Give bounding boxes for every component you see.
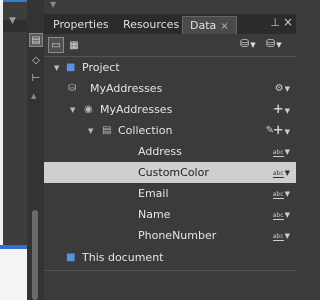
collapse-arrow-icon[interactable]: ▼	[54, 64, 59, 72]
pin-icon[interactable]: ⊥	[270, 16, 280, 29]
tree-row-this-document[interactable]: ■ This document	[44, 247, 296, 268]
field-label: Email	[138, 187, 169, 200]
tree-row-field-selected[interactable]: CustomColor abc▼	[44, 162, 296, 183]
tree-label: Project	[82, 61, 120, 74]
add-property-button[interactable]: +▼	[273, 123, 290, 138]
tree-label: This document	[82, 251, 164, 264]
add-property-button[interactable]: +▼	[273, 102, 290, 117]
list-mode-icon[interactable]: ▭	[48, 37, 64, 53]
data-panel: ▼ Properties Resources Data × ⊥ × ▭ ▦ ⛁▼ …	[44, 0, 296, 300]
side-toolbar: ▤ ◇ ⊢ ▲	[27, 0, 44, 300]
left-window-strip: ▼	[0, 0, 27, 300]
tree-row-field[interactable]: Address abc▼	[44, 141, 296, 162]
field-label: CustomColor	[138, 166, 209, 179]
field-type-icon[interactable]: abc▼	[272, 167, 290, 178]
tree-label: Collection	[118, 124, 173, 137]
tab-label: Data	[190, 19, 217, 32]
tree-row-object[interactable]: ▼ ◉ MyAddresses +▼	[44, 99, 296, 120]
field-type-icon[interactable]: abc▼	[272, 188, 290, 199]
panel-collapse-icon[interactable]: ▼	[50, 0, 56, 9]
tab-data[interactable]: Data ×	[182, 16, 237, 34]
scroll-up-icon[interactable]: ▲	[31, 92, 36, 100]
object-icon: ◉	[84, 104, 93, 115]
close-icon[interactable]: ×	[283, 15, 293, 29]
collapse-arrow-icon[interactable]: ▼	[70, 106, 75, 114]
tree-label: MyAddresses	[100, 103, 173, 116]
tree-row-data-source[interactable]: ⛁ MyAddresses ⚙▼	[44, 78, 296, 99]
field-type-icon[interactable]: abc▼	[272, 146, 290, 157]
artboard-area	[0, 249, 27, 300]
field-label: Address	[138, 145, 182, 158]
data-source-options-icon[interactable]: ⚙▼	[275, 83, 290, 94]
tab-properties[interactable]: Properties	[46, 16, 116, 34]
tree-row-project[interactable]: ▼ ■ Project	[44, 57, 296, 78]
collapse-triangle-icon[interactable]: ▼	[9, 16, 16, 26]
tab-label: Properties	[53, 18, 109, 31]
tree-row-field[interactable]: PhoneNumber abc▼	[44, 225, 296, 246]
field-label: Name	[138, 208, 171, 221]
layers-icon[interactable]: ▤	[29, 33, 43, 47]
field-type-icon[interactable]: abc▼	[272, 209, 290, 220]
split-view-icon[interactable]: ◇	[29, 53, 43, 67]
vertical-scrollbar-thumb[interactable]	[32, 210, 38, 300]
field-type-icon[interactable]: abc▼	[272, 230, 290, 241]
field-label: PhoneNumber	[138, 229, 217, 242]
details-mode-icon[interactable]: ▦	[66, 37, 82, 53]
collapse-arrow-icon[interactable]: ▼	[88, 127, 93, 135]
ruler-icon[interactable]: ⊢	[29, 71, 43, 85]
tree-row-field[interactable]: Name abc▼	[44, 204, 296, 225]
window-accent-line	[0, 0, 27, 2]
tab-label: Resources	[123, 18, 180, 31]
project-icon: ■	[66, 62, 76, 73]
tab-resources[interactable]: Resources	[116, 16, 186, 34]
collection-icon: ▤	[102, 125, 112, 136]
data-toolbar: ▭ ▦ ⛁▼ ⛁▼	[44, 34, 296, 56]
tab-close-icon[interactable]: ×	[220, 21, 228, 32]
panel-bottom-separator	[44, 270, 296, 271]
create-sample-data-icon[interactable]: ⛁▼	[266, 37, 282, 53]
tree-label: MyAddresses	[90, 82, 163, 95]
tree-row-field[interactable]: Email abc▼	[44, 183, 296, 204]
data-source-icon: ⛁	[68, 83, 77, 94]
panel-tabbar: Properties Resources Data × ⊥ ×	[44, 14, 296, 34]
document-icon: ■	[66, 252, 76, 263]
create-data-source-icon[interactable]: ⛁▼	[240, 37, 256, 53]
tree-row-collection[interactable]: ▼ ▤ Collection ✎ +▼	[44, 120, 296, 141]
